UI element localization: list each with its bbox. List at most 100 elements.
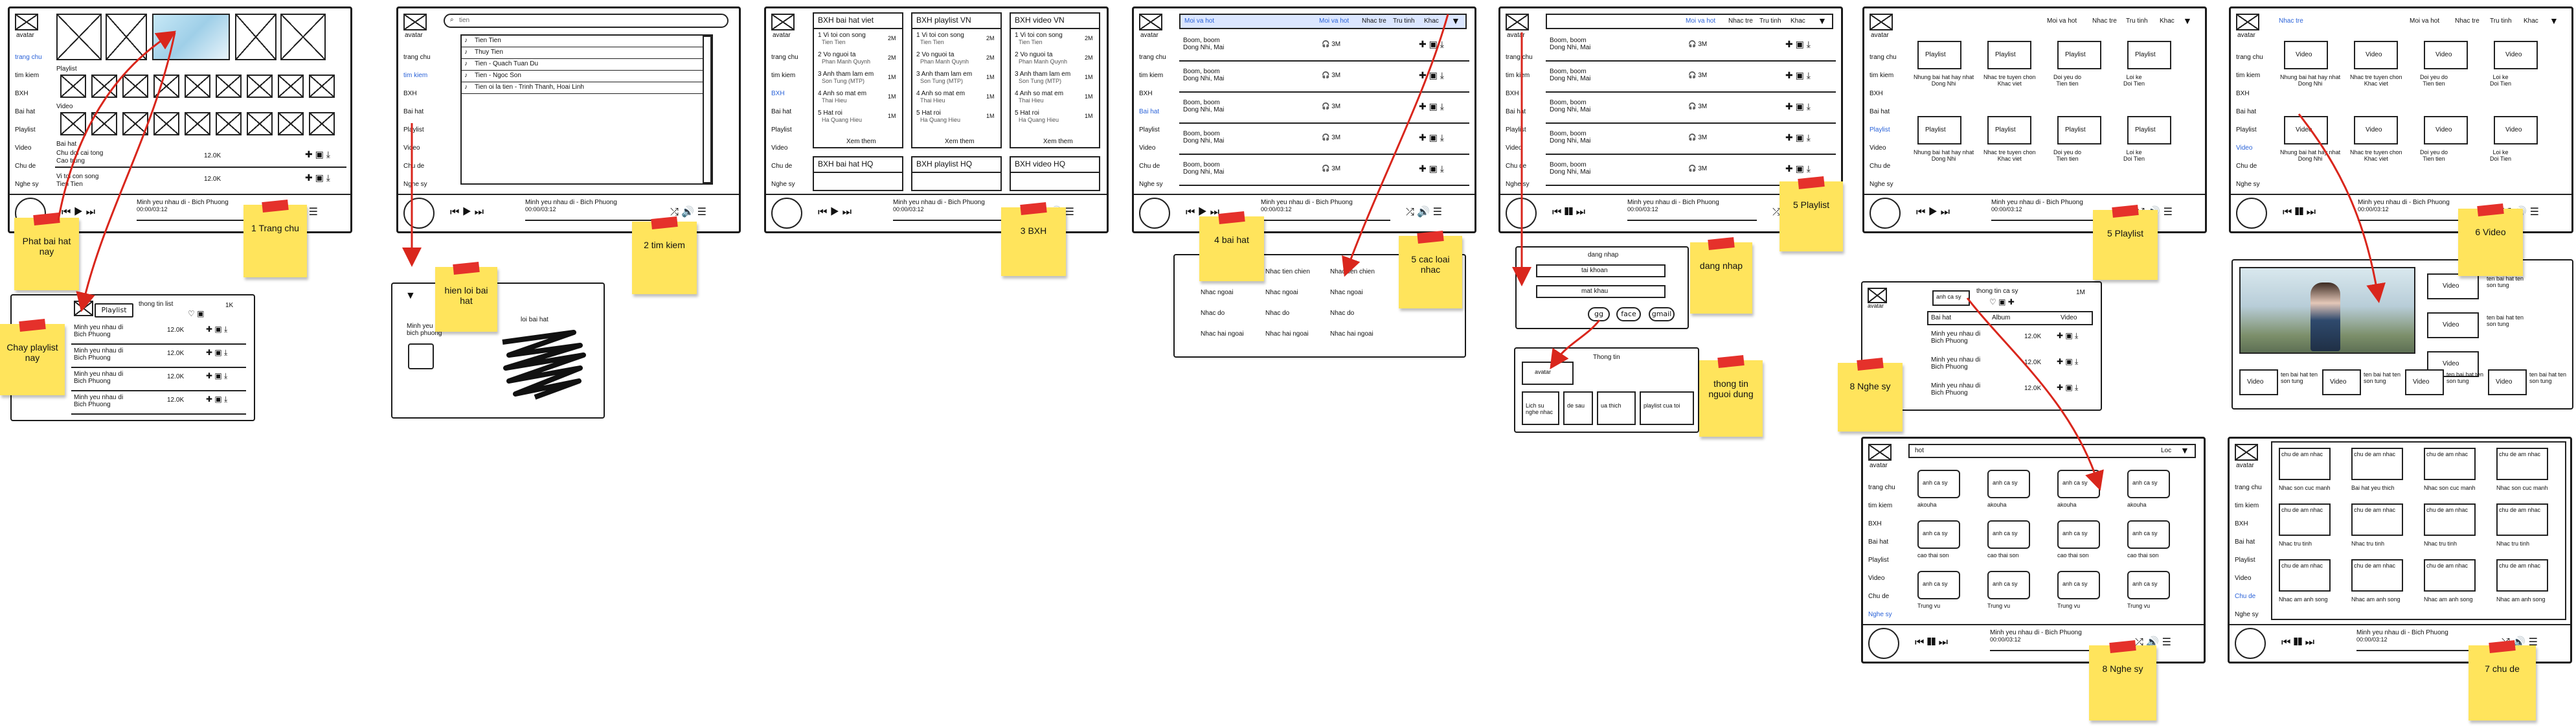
tab-khac[interactable]: Khac — [2160, 17, 2175, 25]
bxh-see-more[interactable]: Xem them — [1043, 138, 1073, 145]
nav-trang-chu[interactable]: trang chu — [1868, 484, 1895, 491]
song-row-title[interactable]: Boom, boom Dong Nhi, Mai — [1183, 130, 1224, 144]
banner-featured-image[interactable] — [152, 14, 230, 60]
song-row-title[interactable]: Boom, boom Dong Nhi, Mai — [1550, 99, 1590, 113]
nav-chu-de[interactable]: Chu de — [1870, 163, 1890, 170]
player-controls-icon[interactable]: ⏮ ❚❚ ⏭ — [2283, 207, 2316, 218]
player-controls-icon[interactable]: ⏮ ▶ ⏭ — [1916, 207, 1950, 218]
nav-tim-kiem[interactable]: tim kiem — [1868, 502, 1892, 509]
nav-tim-kiem[interactable]: tim kiem — [403, 72, 427, 79]
nav-bxh[interactable]: BXH — [403, 90, 417, 97]
player-progress[interactable] — [1627, 220, 1757, 221]
song-row-title[interactable]: Boom, boom Dong Nhi, Mai — [1550, 161, 1590, 176]
playlist-thumbnail[interactable] — [153, 75, 179, 98]
search-result-item[interactable]: Tien - Ngoc Son — [475, 72, 521, 79]
nav-chu-de[interactable]: Chu de — [1139, 163, 1160, 170]
search-result-item[interactable]: Tien - Quach Tuan Du — [475, 60, 538, 67]
nav-bai-hat[interactable]: Bai hat — [2235, 538, 2255, 546]
nav-chu-de[interactable]: Chu de — [1506, 163, 1526, 170]
song-row-title[interactable]: Boom, boom Dong Nhi, Mai — [1550, 37, 1590, 51]
nav-bai-hat[interactable]: Bai hat — [1139, 108, 1159, 115]
artist-song-title[interactable]: Minh yeu nhau di Bich Phuong — [1931, 330, 1980, 345]
nav-nghe-sy[interactable]: Nghe sy — [1870, 181, 1893, 188]
player-extra-icon[interactable]: ⤮ 🔊 ☰ — [1406, 207, 1442, 218]
genre-item[interactable]: Nhac tien chien — [1265, 268, 1310, 275]
like-icon[interactable]: ♡ ▣ — [188, 309, 204, 318]
song-row-title[interactable]: Boom, boom Dong Nhi, Mai — [1550, 68, 1590, 82]
bxh-item-title[interactable]: 2 Vo nguoi ta — [1015, 51, 1052, 58]
nav-bai-hat[interactable]: Bai hat — [15, 108, 35, 115]
player-controls-icon[interactable]: ⏮ ▶ ⏭ — [818, 207, 852, 218]
nav-playlist[interactable]: Playlist — [771, 126, 792, 133]
bxh-item-title[interactable]: 5 Hat roi — [818, 110, 842, 117]
bxh-item-title[interactable]: 1 Vi toi con song — [818, 32, 866, 39]
tab-moi-va-hot[interactable]: Moi va hot — [1686, 17, 1715, 25]
avatar-image[interactable] — [1506, 14, 1529, 30]
playlist-thumbnail[interactable] — [185, 75, 210, 98]
bxh-item-title[interactable]: 4 Anh so mat em — [818, 90, 866, 97]
search-result-item[interactable]: Tien Tien — [475, 37, 501, 44]
song-row-title[interactable]: Boom, boom Dong Nhi, Mai — [1183, 161, 1224, 176]
avatar-image[interactable] — [771, 14, 795, 30]
row-actions-icon[interactable]: ✚ ▣ ⤓ — [206, 371, 227, 380]
banner-slide[interactable] — [106, 14, 147, 60]
song-row-actions-icon[interactable]: ✚ ▣ ⤓ — [305, 149, 330, 159]
playlist-thumbnail[interactable] — [278, 75, 304, 98]
player-controls-icon[interactable]: ⏮ ▶ ⏭ — [450, 207, 484, 218]
bxh-item-title[interactable]: 1 Vi toi con song — [916, 32, 964, 39]
nav-tim-kiem[interactable]: tim kiem — [2235, 502, 2259, 509]
search-result-item[interactable]: Tien oi la tien - Trinh Thanh, Hoai Linh — [475, 84, 584, 91]
avatar-image[interactable] — [1870, 14, 1893, 30]
row-actions-icon[interactable]: ✚ ▣ ⤓ — [2057, 331, 2078, 340]
tab-nhac-tre[interactable]: Nhac tre — [2455, 17, 2480, 25]
playlist-thumbnail[interactable] — [309, 75, 335, 98]
song-row-actions-icon[interactable]: ✚ ▣ ⤓ — [1785, 163, 1811, 174]
bxh-item-title[interactable]: 4 Anh so mat em — [1015, 90, 1063, 97]
bxh-item-title[interactable]: 4 Anh so mat em — [916, 90, 965, 97]
tab-moi-va-hot[interactable]: Moi va hot — [2410, 17, 2439, 25]
player-controls-icon[interactable]: ⏮ ▶ ⏭ — [62, 207, 95, 218]
video-thumbnail[interactable] — [153, 112, 179, 135]
nav-video[interactable]: Video — [2235, 575, 2251, 582]
login-google-button[interactable]: gg — [1588, 307, 1610, 321]
nav-tim-kiem[interactable]: tim kiem — [1139, 72, 1163, 79]
like-icon[interactable]: ♡ ▣ ✚ — [1989, 297, 2015, 306]
song-row-actions-icon[interactable]: ✚ ▣ ⤓ — [1419, 70, 1444, 80]
playlist-button[interactable]: Playlist — [95, 303, 133, 317]
bxh-item-title[interactable]: 5 Hat roi — [916, 110, 941, 117]
nav-nghe-sy[interactable]: Nghe sy — [1139, 181, 1163, 188]
bxh-item-title[interactable]: 5 Hat roi — [1015, 110, 1039, 117]
nav-trang-chu[interactable]: trang chu — [15, 54, 42, 61]
nav-tim-kiem[interactable]: tim kiem — [1506, 72, 1530, 79]
tab-khac[interactable]: Khac — [1424, 17, 1439, 25]
video-thumbnail[interactable] — [309, 112, 335, 135]
video-thumbnail[interactable] — [60, 112, 86, 135]
tab-nhac-tre[interactable]: Nhac tre — [1362, 17, 1386, 25]
nav-video[interactable]: Video — [15, 144, 31, 152]
tab-nhac-tre-active[interactable]: Nhac tre — [2279, 17, 2303, 25]
banner-slide[interactable] — [235, 14, 277, 60]
avatar-image[interactable] — [15, 14, 38, 30]
nav-tim-kiem[interactable]: tim kiem — [2236, 72, 2260, 79]
tab-album[interactable]: Album — [1992, 314, 2010, 321]
genre-item[interactable]: Nhac hai ngoai — [1330, 330, 1373, 338]
avatar-image[interactable] — [2236, 14, 2259, 30]
nav-playlist[interactable]: Playlist — [1506, 126, 1526, 133]
nav-trang-chu[interactable]: trang chu — [2235, 484, 2262, 491]
nav-video[interactable]: Video — [1868, 575, 1884, 582]
tab-khac[interactable]: Khac — [1791, 17, 1805, 25]
video-thumbnail[interactable] — [122, 112, 148, 135]
playlist-thumbnail[interactable] — [122, 75, 148, 98]
genre-item[interactable]: Nhac tien chien — [1330, 268, 1375, 275]
nav-bai-hat[interactable]: Bai hat — [1868, 538, 1888, 546]
filter-loc[interactable]: Loc — [2161, 447, 2171, 454]
nav-nghe-sy[interactable]: Nghe sy — [403, 181, 427, 188]
playlist-thumbnail[interactable] — [60, 75, 86, 98]
nav-trang-chu[interactable]: trang chu — [1506, 54, 1533, 61]
nav-bxh[interactable]: BXH — [1506, 90, 1519, 97]
nav-tim-kiem[interactable]: tim kiem — [15, 72, 39, 79]
bxh-see-more[interactable]: Xem them — [945, 138, 975, 145]
nav-bxh[interactable]: BXH — [2235, 520, 2248, 527]
video-thumbnail[interactable] — [185, 112, 210, 135]
video-thumbnail[interactable] — [278, 112, 304, 135]
